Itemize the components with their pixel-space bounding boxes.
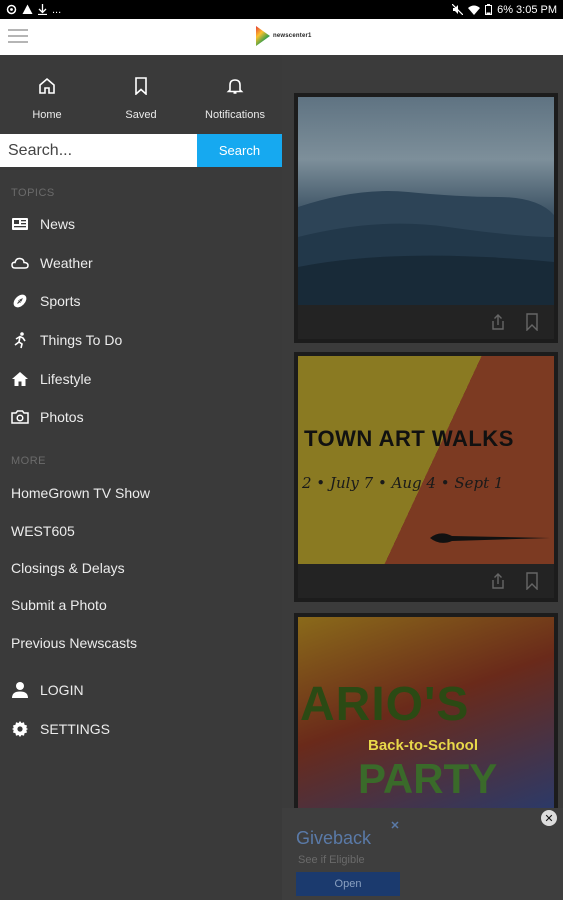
menu-item-label: Lifestyle — [40, 370, 92, 387]
app-logo[interactable]: newscenter1 — [256, 26, 312, 46]
menu-item-label: Weather — [40, 254, 93, 271]
warning-icon — [22, 4, 33, 14]
bookmark-icon[interactable] — [524, 572, 540, 590]
ad-title: Giveback — [296, 828, 372, 848]
ad-subtitle: See if Eligible — [298, 854, 365, 866]
logo-mark-icon — [256, 26, 270, 46]
link-homegrown-tv[interactable]: HomeGrown TV Show — [0, 475, 282, 512]
app-header: newscenter1 — [0, 19, 563, 55]
login-button[interactable]: LOGIN — [0, 671, 282, 710]
link-closings-delays[interactable]: Closings & Delays — [0, 549, 282, 586]
ad-open-button[interactable]: Open — [296, 872, 400, 896]
menu-item-news[interactable]: News — [0, 205, 282, 244]
settings-button[interactable]: SETTINGS — [0, 710, 282, 749]
menu-item-sports[interactable]: Sports — [0, 282, 282, 321]
card-actions — [298, 564, 554, 598]
house-icon — [12, 371, 28, 386]
mario-subtitle: Back-to-School — [368, 737, 479, 754]
search-button[interactable]: Search — [197, 134, 282, 167]
mario-title: ARIO'S — [300, 678, 470, 731]
share-icon[interactable] — [490, 313, 506, 331]
link-submit-photo[interactable]: Submit a Photo — [0, 587, 282, 624]
search-input[interactable] — [0, 134, 197, 167]
bookmark-icon[interactable] — [524, 313, 540, 331]
camera-icon — [11, 410, 29, 425]
search-bar: Search — [0, 134, 282, 167]
more-heading: MORE — [11, 454, 46, 467]
story-card[interactable]: ARIO'S Back-to-School PARTY — [294, 613, 558, 817]
gear-icon — [12, 721, 28, 738]
tab-saved[interactable]: Saved — [94, 55, 188, 134]
menu-item-label: Sports — [40, 293, 81, 310]
logo-text: newscenter1 — [273, 33, 312, 39]
paintbrush-icon — [430, 533, 550, 543]
football-icon — [13, 295, 27, 308]
menu-icon[interactable] — [8, 29, 28, 45]
menu-item-weather[interactable]: Weather — [0, 244, 282, 283]
status-bar: ... 6% 3:05 PM — [0, 0, 563, 19]
newspaper-icon — [12, 218, 28, 231]
battery-icon — [485, 4, 493, 15]
running-icon — [14, 332, 26, 349]
story-image[interactable] — [298, 97, 554, 305]
art-walk-dates: 2 • July 7 • Aug 4 • Sept 1 — [302, 474, 504, 492]
status-notifications: ... — [6, 4, 61, 16]
share-icon[interactable] — [490, 572, 506, 590]
status-system: 6% 3:05 PM — [452, 4, 557, 16]
art-walk-title: TOWN ART WALKS — [304, 426, 514, 451]
ad-banner[interactable]: Giveback See if Eligible Open — [282, 808, 563, 900]
menu-item-things-to-do[interactable]: Things To Do — [0, 321, 282, 360]
bell-icon — [226, 79, 244, 94]
adchoices-icon[interactable] — [390, 820, 400, 830]
story-card[interactable] — [294, 93, 558, 343]
user-icon — [12, 682, 28, 699]
settings-icon — [6, 4, 17, 15]
navigation-drawer: Home Saved Notifications Search TOPICS N… — [0, 55, 282, 900]
settings-label: SETTINGS — [40, 721, 111, 738]
link-previous-newscasts[interactable]: Previous Newscasts — [0, 624, 282, 661]
drawer-tabs: Home Saved Notifications — [0, 55, 282, 134]
tab-home[interactable]: Home — [0, 55, 94, 134]
download-icon — [38, 4, 47, 15]
topics-heading: TOPICS — [11, 187, 55, 199]
status-more: ... — [52, 3, 62, 16]
story-image[interactable]: ARIO'S Back-to-School PARTY — [298, 617, 554, 813]
menu-item-label: Photos — [40, 409, 84, 426]
menu-item-photos[interactable]: Photos — [0, 398, 282, 437]
tab-notifications[interactable]: Notifications — [188, 55, 282, 134]
tab-saved-label: Saved — [125, 109, 157, 121]
status-clock: 6% 3:05 PM — [497, 3, 557, 16]
menu-item-lifestyle[interactable]: Lifestyle — [0, 359, 282, 398]
menu-item-label: News — [40, 216, 76, 233]
story-image[interactable]: TOWN ART WALKS 2 • July 7 • Aug 4 • Sept… — [298, 356, 554, 564]
mute-icon — [452, 4, 464, 15]
login-label: LOGIN — [40, 682, 84, 699]
cloud-icon — [11, 257, 29, 269]
link-west605[interactable]: WEST605 — [0, 512, 282, 549]
home-icon — [39, 77, 55, 94]
menu-item-label: Things To Do — [40, 332, 123, 349]
tab-home-label: Home — [32, 109, 62, 121]
tab-notifications-label: Notifications — [205, 109, 265, 121]
mario-party: PARTY — [358, 755, 498, 802]
card-actions — [298, 305, 554, 339]
content-feed: TOWN ART WALKS 2 • July 7 • Aug 4 • Sept… — [282, 55, 563, 900]
ad-close-button[interactable]: ✕ — [541, 810, 557, 826]
wifi-icon — [468, 5, 481, 15]
bookmark-icon — [135, 77, 147, 95]
story-card[interactable]: TOWN ART WALKS 2 • July 7 • Aug 4 • Sept… — [294, 352, 558, 602]
